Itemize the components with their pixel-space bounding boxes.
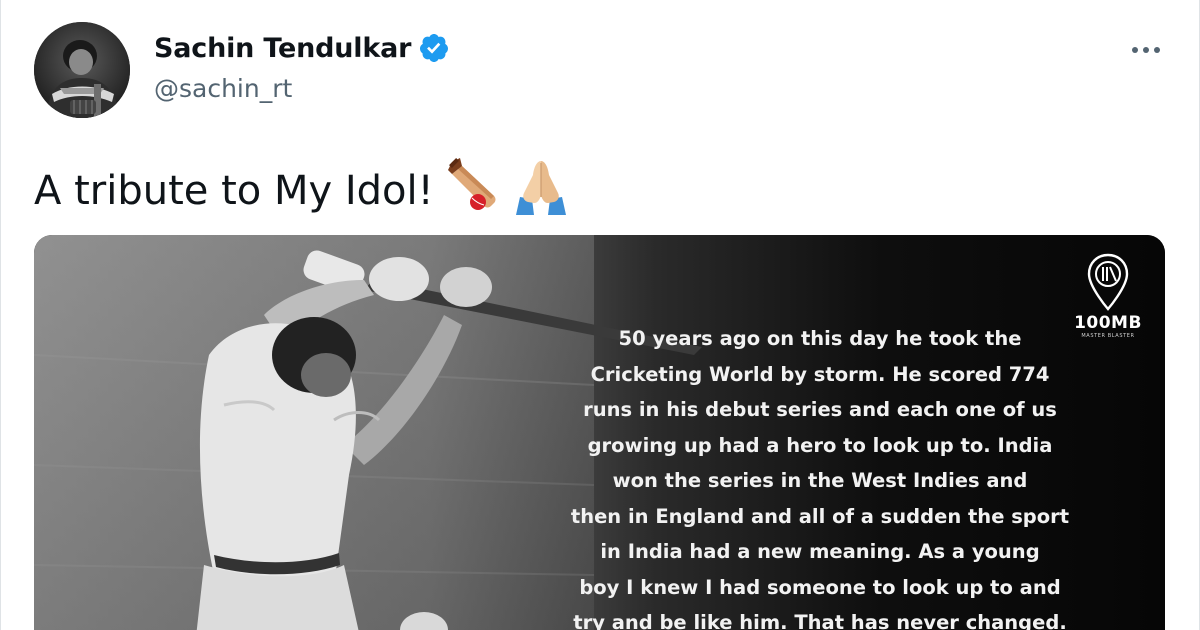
profile-photo [34,22,130,118]
verified-badge-icon [420,34,449,62]
100mb-logo: 100MB MASTER BLASTER [1062,253,1154,339]
overlay-line: runs in his debut series and each one of… [583,398,1057,421]
tweet-text: A tribute to My Idol! [34,157,570,225]
left-border [0,0,1,630]
overlay-line: boy I knew I had someone to look up to a… [579,575,1061,599]
location-pin-logo-icon [1087,253,1129,311]
logo-text: 100MB [1074,313,1142,333]
avatar[interactable] [34,22,130,118]
display-name[interactable]: Sachin Tendulkar [154,33,411,64]
overlay-line: Cricketing World by storm. He scored 774 [590,362,1050,386]
more-options-icon[interactable] [1126,36,1166,64]
tweet-text-content: A tribute to My Idol! [34,168,434,214]
overlay-line: 50 years ago on this day he took the [618,327,1022,350]
overlay-line: won the series in the West Indies and [612,469,1028,492]
overlay-line: then in England and all of a sudden the … [570,504,1070,528]
logo-subtext: MASTER BLASTER [1081,333,1135,339]
tribute-overlay-text: 50 years ago on this day he took the Cri… [554,321,1086,630]
overlay-line: try and be like him. That has never chan… [573,611,1067,630]
tweet-media-image[interactable]: 50 years ago on this day he took the Cri… [34,235,1165,630]
author-name-row: Sachin Tendulkar [154,32,450,64]
cricket-bat-and-ball-emoji [447,158,506,224]
overlay-line: growing up had a hero to look up to. Ind… [587,433,1053,457]
author-handle[interactable]: @sachin_rt [154,74,292,103]
overlay-line: in India had a new meaning. As a young [600,540,1040,563]
folded-hands-emoji [512,157,570,225]
tweet-page: Sachin Tendulkar @sachin_rt A tribute to… [0,0,1200,630]
